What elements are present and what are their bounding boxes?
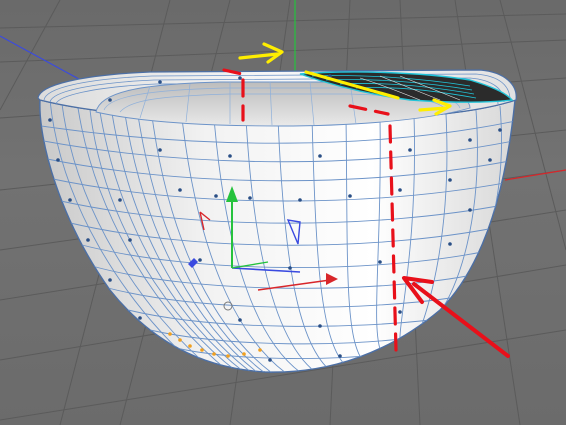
bowl-mesh[interactable] — [35, 69, 520, 376]
3d-viewport[interactable] — [0, 0, 566, 425]
viewport-canvas[interactable] — [0, 0, 566, 425]
